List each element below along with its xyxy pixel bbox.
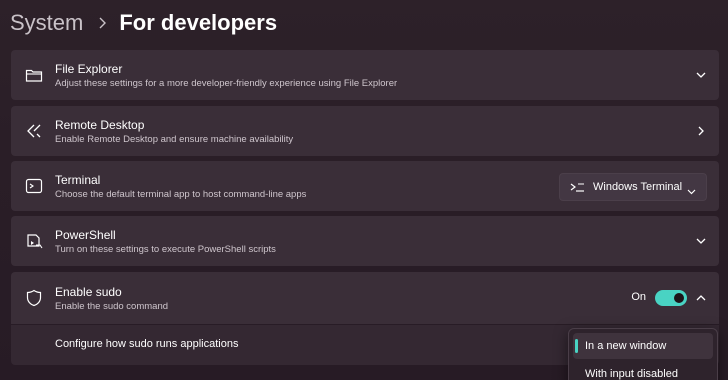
terminal-dropdown[interactable]: Windows Terminal bbox=[559, 173, 707, 201]
chevron-right-icon[interactable] bbox=[693, 123, 709, 139]
chevron-right-icon bbox=[97, 17, 107, 29]
card-title: Remote Desktop bbox=[55, 118, 145, 132]
card-description: Enable the sudo command bbox=[55, 301, 169, 312]
file-explorer-card[interactable]: File Explorer Adjust these settings for … bbox=[11, 50, 719, 100]
chevron-down-icon bbox=[687, 182, 696, 200]
remote-desktop-card[interactable]: Remote Desktop Enable Remote Desktop and… bbox=[11, 106, 719, 156]
enable-sudo-card: Enable sudo Enable the sudo command On bbox=[11, 272, 719, 324]
menu-item-label: With input disabled bbox=[585, 368, 678, 380]
toggle-state-label: On bbox=[631, 291, 646, 303]
settings-page: System For developers File Explorer Adju… bbox=[0, 0, 728, 380]
breadcrumb-system[interactable]: System bbox=[10, 10, 83, 36]
card-description: Turn on these settings to execute PowerS… bbox=[55, 244, 276, 255]
card-description: Enable Remote Desktop and ensure machine… bbox=[55, 134, 294, 145]
menu-item-label: In a new window bbox=[585, 340, 667, 352]
remote-desktop-icon bbox=[24, 121, 44, 141]
shield-icon bbox=[24, 288, 44, 308]
card-title: Terminal bbox=[55, 173, 101, 187]
terminal-card: Terminal Choose the default terminal app… bbox=[11, 161, 719, 211]
chevron-down-icon[interactable] bbox=[693, 67, 709, 83]
menu-item-new-window[interactable]: In a new window bbox=[573, 333, 713, 359]
chevron-down-icon[interactable] bbox=[693, 233, 709, 249]
page-title: For developers bbox=[119, 10, 278, 35]
sudo-mode-menu: In a new window With input disabled bbox=[568, 328, 718, 380]
card-title: PowerShell bbox=[55, 228, 116, 242]
breadcrumb: System For developers bbox=[10, 6, 277, 40]
windows-terminal-icon bbox=[570, 181, 586, 199]
powershell-icon bbox=[24, 231, 44, 251]
terminal-icon bbox=[24, 176, 44, 196]
card-title: File Explorer bbox=[55, 62, 123, 76]
card-description: Choose the default terminal app to host … bbox=[55, 189, 307, 200]
folder-icon bbox=[24, 65, 44, 85]
chevron-up-icon[interactable] bbox=[693, 290, 709, 306]
card-title: Enable sudo bbox=[55, 285, 122, 299]
powershell-card[interactable]: PowerShell Turn on these settings to exe… bbox=[11, 216, 719, 266]
card-description: Adjust these settings for a more develop… bbox=[55, 78, 398, 89]
selection-indicator bbox=[575, 339, 578, 353]
toggle-knob bbox=[674, 293, 684, 303]
sudo-config-label: Configure how sudo runs applications bbox=[55, 338, 239, 350]
sudo-toggle[interactable] bbox=[655, 290, 687, 306]
menu-item-input-disabled[interactable]: With input disabled bbox=[573, 361, 713, 380]
dropdown-value: Windows Terminal bbox=[593, 181, 683, 193]
